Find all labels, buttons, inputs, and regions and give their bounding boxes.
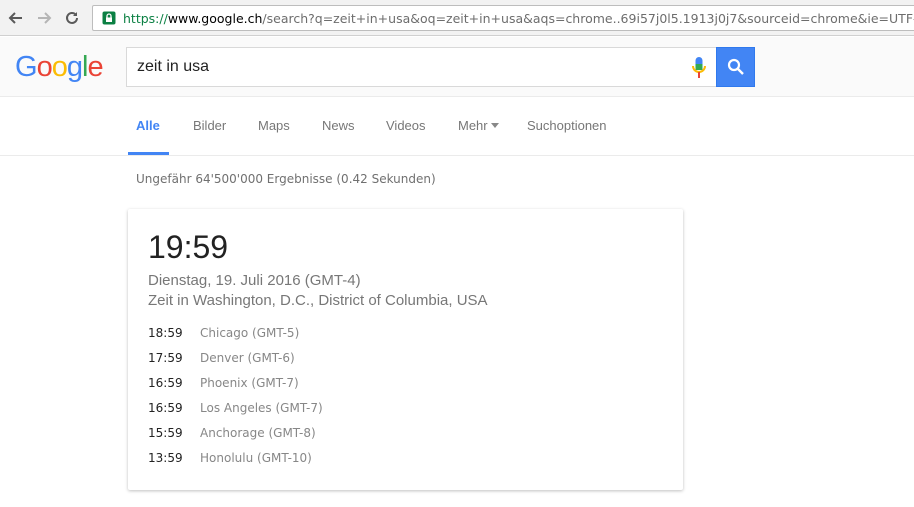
lock-icon: [99, 8, 119, 28]
zone-name: Anchorage (GMT-8): [200, 426, 316, 440]
microphone-icon[interactable]: [692, 57, 706, 79]
current-time: 19:59: [148, 229, 229, 265]
browser-toolbar: https://www.google.ch/search?q=zeit+in+u…: [0, 0, 914, 36]
time-card: 19:59 Dienstag, 19. Juli 2016 (GMT-4) Ze…: [128, 209, 683, 490]
tab-videos[interactable]: Videos: [386, 118, 426, 133]
tab-all[interactable]: Alle: [136, 118, 160, 133]
tab-search-tools[interactable]: Suchoptionen: [527, 118, 607, 133]
zone-time: 15:59: [148, 426, 183, 440]
logo-letter: o: [51, 51, 68, 83]
zone-time: 17:59: [148, 351, 183, 365]
url-text: https://www.google.ch/search?q=zeit+in+u…: [123, 11, 914, 26]
zone-time: 16:59: [148, 376, 183, 390]
logo-letter: o: [36, 51, 53, 83]
tab-more-label: Mehr: [458, 118, 488, 133]
zone-name: Los Angeles (GMT-7): [200, 401, 323, 415]
logo-letter: g: [66, 51, 83, 83]
zone-time: 18:59: [148, 326, 183, 340]
search-query[interactable]: zeit in usa: [137, 58, 209, 76]
tab-news[interactable]: News: [322, 118, 355, 133]
forward-arrow-icon[interactable]: [34, 8, 54, 28]
time-location: Zeit in Washington, D.C., District of Co…: [148, 292, 488, 309]
tab-images[interactable]: Bilder: [193, 118, 226, 133]
zone-name: Denver (GMT-6): [200, 351, 295, 365]
zone-name: Honolulu (GMT-10): [200, 451, 312, 465]
tab-more[interactable]: Mehr: [458, 118, 499, 133]
back-arrow-icon[interactable]: [6, 8, 26, 28]
zone-name: Phoenix (GMT-7): [200, 376, 299, 390]
result-stats: Ungefähr 64'500'000 Ergebnisse (0.42 Sek…: [136, 172, 436, 186]
active-tab-indicator: [128, 152, 169, 155]
logo-letter: e: [87, 51, 103, 83]
url-host: www.google.ch: [167, 10, 263, 26]
caret-down-icon: [490, 123, 499, 129]
search-tabs: Alle Bilder Maps News Videos Mehr Suchop…: [0, 98, 914, 156]
google-logo[interactable]: Google: [15, 51, 104, 83]
search-button[interactable]: [716, 47, 755, 87]
tab-maps[interactable]: Maps: [258, 118, 290, 133]
current-date: Dienstag, 19. Juli 2016 (GMT-4): [148, 272, 361, 289]
search-icon: [727, 58, 744, 75]
logo-letter: G: [15, 51, 38, 83]
reload-icon[interactable]: [62, 8, 82, 28]
search-header: Google zeit in usa: [0, 37, 914, 97]
search-input[interactable]: zeit in usa: [126, 47, 716, 87]
zone-name: Chicago (GMT-5): [200, 326, 300, 340]
url-scheme: https://: [123, 10, 168, 26]
zone-time: 16:59: [148, 401, 183, 415]
address-bar[interactable]: https://www.google.ch/search?q=zeit+in+u…: [92, 5, 914, 31]
url-path: /search?q=zeit+in+usa&oq=zeit+in+usa&aqs…: [262, 10, 914, 26]
zone-time: 13:59: [148, 451, 183, 465]
